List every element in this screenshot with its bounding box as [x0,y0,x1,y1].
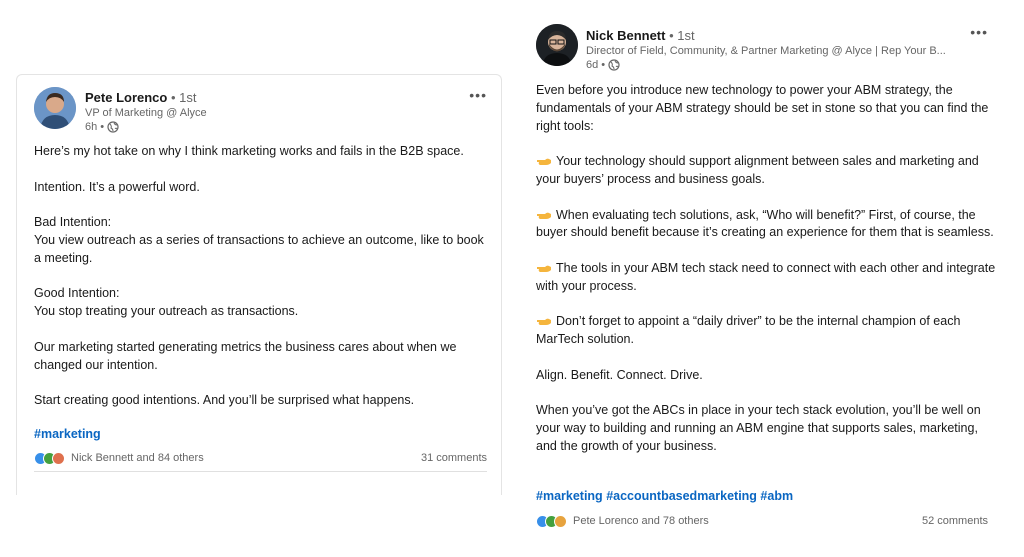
author-line: Nick Bennett • 1st [586,28,695,44]
post-paragraph: You view outreach as a series of transac… [34,232,484,265]
post-paragraph: Here’s my hot take on why I think market… [34,144,464,158]
pointing-hand-icon [537,265,551,272]
post-time: 6h • [85,120,119,134]
time-text: 6d • [586,59,606,71]
post-paragraph: Start creating good intentions. And you’… [34,393,415,408]
pointing-hand-icon [537,158,551,166]
globe-icon [608,59,620,71]
post-body: Even before you introduce new technology… [536,82,1000,456]
author-headline: VP of Marketing @ Alyce [85,107,207,119]
post-paragraph: When evaluating tech solutions, ask, “Wh… [536,207,1000,243]
post-body: Here’s my hot take on why I think market… [34,143,494,410]
post-paragraph: You stop treating your outreach as trans… [34,304,299,319]
author-line: Pete Lorenco • 1st [85,90,197,106]
reaction-summary[interactable]: Nick Bennett and 84 others [71,452,204,464]
connection-degree: • 1st [170,90,197,105]
author-headline: Director of Field, Community, & Partner … [586,45,946,57]
post-paragraph: Intention. It’s a powerful word. [34,179,200,194]
bullet-text: The tools in your ABM tech stack need to… [536,260,996,293]
post-paragraph: Your technology should support alignment… [536,153,1000,189]
connection-degree: • 1st [669,28,695,43]
time-text: 6h • [85,121,105,133]
post-card-nick: Nick Bennett • 1st Director of Field, Co… [520,12,1004,552]
reaction-icons[interactable] [34,451,65,465]
social-counts: Pete Lorenco and 78 others 52 comments [536,512,988,530]
post-paragraph: Our marketing started generating metrics… [34,339,457,372]
globe-icon [107,121,119,133]
post-paragraph: Align. Benefit. Connect. Drive. [536,367,703,382]
hashtag-link[interactable]: #accountbasedmarketing [606,489,757,503]
hashtags: #marketing [34,427,101,441]
post-paragraph: Bad Intention: [34,215,112,230]
insightful-reaction-icon [554,514,567,528]
hashtag-link[interactable]: #marketing [536,489,603,503]
post-time: 6d • [586,58,620,72]
social-counts: Nick Bennett and 84 others 31 comments [34,449,487,472]
avatar[interactable] [536,24,578,66]
avatar[interactable] [34,87,76,129]
pointing-hand-icon [537,319,551,326]
post-paragraph: Even before you introduce new technology… [536,83,989,133]
reaction-icons[interactable] [536,514,567,528]
bullet-text: Don’t forget to appoint a “daily driver”… [536,314,961,347]
bullet-text: Your technology should support alignment… [536,154,979,186]
more-options-button[interactable]: ••• [469,87,487,103]
comments-count[interactable]: 31 comments [421,452,487,464]
comments-count[interactable]: 52 comments [922,515,988,527]
pointing-hand-icon [537,212,551,219]
love-reaction-icon [52,451,65,465]
post-paragraph: Don’t forget to appoint a “daily driver”… [536,313,1000,349]
author-name[interactable]: Nick Bennett [586,28,665,43]
bullet-text: When evaluating tech solutions, ask, “Wh… [536,207,994,240]
reaction-summary[interactable]: Pete Lorenco and 78 others [573,515,709,527]
post-paragraph: Good Intention: [34,286,120,301]
post-card-pete: Pete Lorenco • 1st VP of Marketing @ Aly… [16,74,502,495]
more-options-button[interactable]: ••• [970,24,988,40]
hashtag-link[interactable]: #abm [760,489,793,503]
hashtags: #marketing #accountbasedmarketing #abm [536,489,793,503]
author-name[interactable]: Pete Lorenco [85,90,167,105]
hashtag-link[interactable]: #marketing [34,427,101,441]
post-paragraph: When you’ve got the ABCs in place in you… [536,403,981,453]
post-paragraph: The tools in your ABM tech stack need to… [536,260,1000,296]
